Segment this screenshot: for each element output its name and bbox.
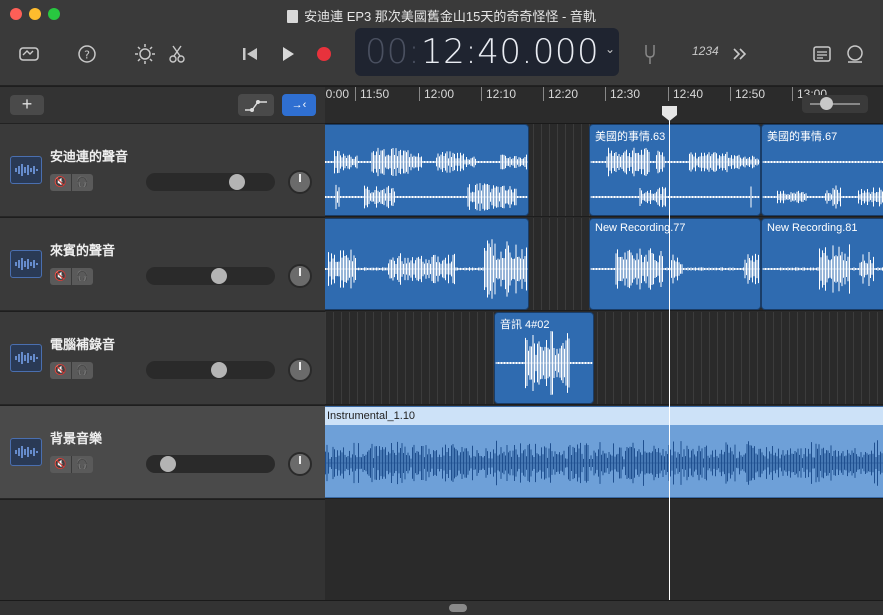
volume-slider[interactable] [146,173,275,191]
mute-icon[interactable]: 🔇 [50,362,72,379]
tracks-area[interactable]: 美國的事情.63 美國的事情.67 New Recording.77 New R… [325,124,883,600]
track-header-3[interactable]: 電腦補錄音 🔇 🎧 [0,312,325,405]
track-name[interactable]: 來賓的聲音 [50,240,115,259]
ruler-tick: 12:10 [481,87,516,101]
bottom-scrollbar[interactable] [0,600,883,615]
waveform [590,248,760,290]
track-header-empty-area [0,500,325,600]
track-name[interactable]: 電腦補錄音 [50,334,115,353]
notepad-icon[interactable] [810,42,834,66]
smart-controls-icon[interactable] [133,42,157,66]
mute-solo-group: 🔇 🎧 [50,268,93,285]
mute-icon[interactable]: 🔇 [50,456,72,473]
count-in-icon[interactable]: 1234 [692,44,719,58]
window-title-text: 安迪連 EP3 那次美國舊金山15天的奇奇怪怪 - 音軌 [304,9,596,24]
mute-solo-group: 🔇 🎧 [50,174,93,191]
mute-solo-group: 🔇 🎧 [50,456,93,473]
help-icon[interactable]: ? [75,42,99,66]
audio-region[interactable]: 美國的事情.63 [589,124,761,216]
volume-knob[interactable] [160,456,176,472]
waveform [495,331,593,395]
volume-knob[interactable] [211,268,227,284]
ruler-tick: 10:00 [325,87,349,101]
waveform-icon [10,250,42,278]
headphones-icon[interactable]: 🎧 [72,362,93,379]
track-lane-3[interactable] [325,312,883,405]
volume-slider[interactable] [146,455,275,473]
rewind-icon[interactable] [238,42,262,66]
track-header-1[interactable]: 安迪連的聲音 🔇 🎧 [0,124,325,217]
audio-region[interactable] [325,124,529,216]
ruler-tick: 12:40 [668,87,703,101]
track-header-toolbar: + →‹ [0,87,325,124]
waveform [325,147,528,211]
waveform [762,244,883,294]
waveform-icon [10,156,42,184]
add-track-button[interactable]: + [10,95,44,115]
ruler-tick: 12:50 [730,87,765,101]
track-header-4[interactable]: 背景音樂 🔇 🎧 [0,406,325,499]
waveform-icon [10,438,42,466]
audio-region[interactable] [325,218,529,310]
waveform [590,147,760,208]
library-icon[interactable] [17,42,41,66]
catch-playhead-button[interactable]: →‹ [282,94,316,116]
ruler-tick: 12:00 [419,87,454,101]
ruler-tick: 12:30 [605,87,640,101]
tuner-icon[interactable] [638,42,662,66]
volume-knob[interactable] [211,362,227,378]
lcd-display[interactable]: 00: 12:40.000 ⌄ [355,28,619,76]
audio-region[interactable]: New Recording.81 [761,218,883,310]
audio-region[interactable]: New Recording.77 [589,218,761,310]
waveform [762,161,883,209]
title-bar: 安迪連 EP3 那次美國舊金山15天的奇奇怪怪 - 音軌 [0,0,883,28]
volume-knob[interactable] [229,174,245,190]
track-name[interactable]: 安迪連的聲音 [50,146,128,165]
resize-grip[interactable] [449,604,467,612]
headphones-icon[interactable]: 🎧 [72,174,93,191]
playhead[interactable] [669,108,670,600]
waveform [325,440,883,486]
mute-solo-group: 🔇 🎧 [50,362,93,379]
window-title: 安迪連 EP3 那次美國舊金山15天的奇奇怪怪 - 音軌 [0,6,883,25]
ruler-tick: 12:20 [543,87,578,101]
pan-knob[interactable] [288,358,312,382]
audio-region[interactable]: 音訊 4#02 [494,312,594,404]
scissors-icon[interactable] [165,42,189,66]
lcd-time-prefix: 00: [365,32,420,72]
pan-knob[interactable] [288,264,312,288]
toolbar: ? 00: 12:40.000 ⌄ 1234 [0,28,883,86]
lcd-time: 12:40.000 [421,32,600,72]
headphones-icon[interactable]: 🎧 [72,268,93,285]
zoom-slider[interactable] [802,95,868,113]
music-region[interactable]: Instrumental_1.10 [325,406,883,498]
track-header-2[interactable]: 來賓的聲音 🔇 🎧 [0,218,325,311]
mute-icon[interactable]: 🔇 [50,174,72,191]
pan-knob[interactable] [288,452,312,476]
chevron-down-icon[interactable]: ⌄ [605,42,615,56]
timeline-ruler[interactable]: 10:00 11:50 12:00 12:10 12:20 12:30 12:4… [325,87,883,124]
loop-browser-icon[interactable] [843,42,867,66]
volume-slider[interactable] [146,267,275,285]
audio-region[interactable]: 美國的事情.67 [761,124,883,216]
volume-slider[interactable] [146,361,275,379]
track-name[interactable]: 背景音樂 [50,428,102,447]
waveform [325,239,528,299]
automation-button[interactable] [238,94,274,116]
ruler-tick: 11:50 [355,87,389,101]
pan-knob[interactable] [288,170,312,194]
document-icon [287,10,299,23]
play-icon[interactable] [276,42,300,66]
mute-icon[interactable]: 🔇 [50,268,72,285]
metronome-icon[interactable] [728,42,752,66]
waveform-icon [10,344,42,372]
record-icon[interactable] [312,42,336,66]
svg-text:?: ? [84,49,90,62]
headphones-icon[interactable]: 🎧 [72,456,93,473]
